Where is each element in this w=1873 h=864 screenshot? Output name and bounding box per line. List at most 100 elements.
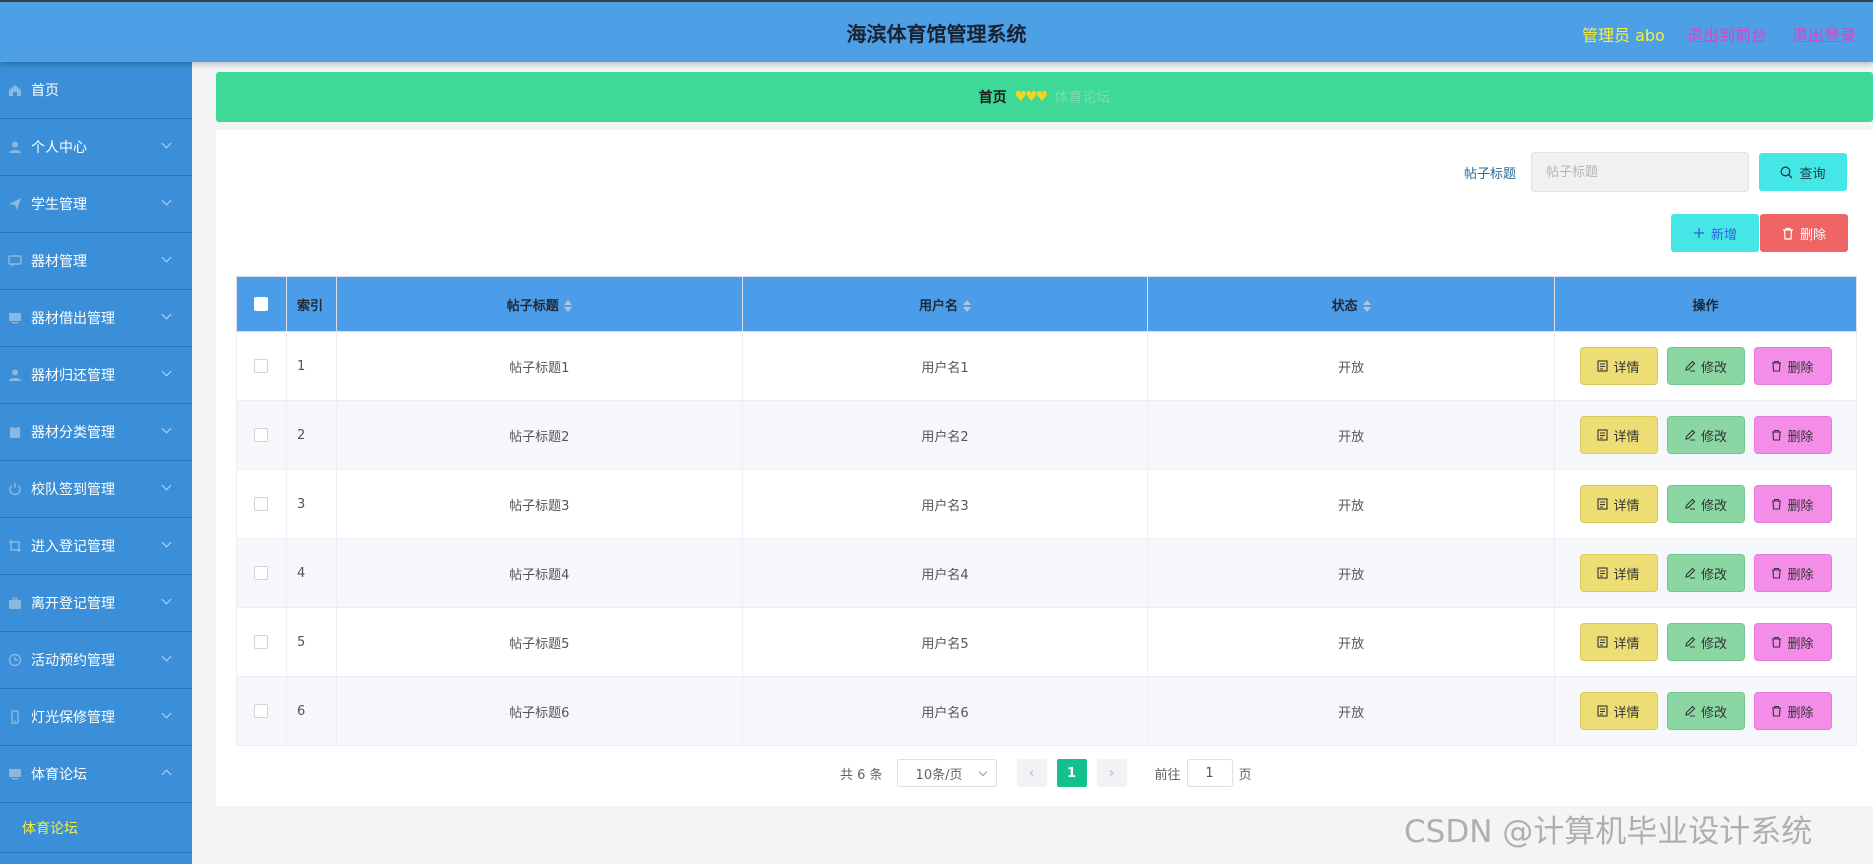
delete-button[interactable]: 删除 [1753,485,1832,523]
delete-button[interactable]: 删除 [1753,692,1832,730]
row-select-cell[interactable] [236,469,287,539]
breadcrumb-home[interactable]: 首页 [979,87,1007,107]
sidebar-subitem-forum[interactable]: 体育论坛 [0,803,192,853]
goto-suffix: 页 [1238,767,1252,783]
row-select-cell[interactable] [236,331,287,401]
row-username: 用户名6 [741,676,1149,746]
watermark: CSDN @计算机毕业设计系统 [1404,814,1813,850]
sidebar: 首页 个人中心 学生管理 器材管理 器材借出管理 器材归还管理 器材分类管理 校… [0,62,192,864]
detail-button[interactable]: 详情 [1579,485,1658,523]
sidebar-item-label: 器材分类管理 [31,425,115,441]
sidebar-item-profile[interactable]: 个人中心 [0,119,192,176]
edit-button[interactable]: 修改 [1666,692,1745,730]
document-icon [1597,360,1609,372]
phone-icon [8,710,22,724]
select-all-checkbox[interactable] [254,297,269,311]
back-to-front-link[interactable]: 退出到前台 [1687,22,1767,46]
row-checkbox[interactable] [254,566,269,580]
sidebar-item-returns[interactable]: 器材归还管理 [0,347,192,404]
row-checkbox[interactable] [254,497,269,511]
bulk-delete-button[interactable]: 删除 [1760,214,1848,252]
page-size-select[interactable]: 10条/页 [896,759,997,787]
sidebar-item-categories[interactable]: 器材分类管理 [0,404,192,461]
chevron-down-icon [978,767,987,777]
edit-button[interactable]: 修改 [1666,416,1745,454]
trash-icon [1772,429,1782,441]
row-title: 帖子标题3 [335,469,743,539]
edit-button[interactable]: 修改 [1666,485,1745,523]
sort-icon[interactable] [1362,300,1371,312]
page-number-active[interactable]: 1 [1056,759,1087,787]
sidebar-item-reservations[interactable]: 活动预约管理 [0,632,192,689]
edit-button[interactable]: 修改 [1666,347,1745,385]
trash-icon [1782,227,1793,240]
column-header-username[interactable]: 用户名 [741,276,1149,332]
document-icon [1597,705,1609,717]
row-select-cell[interactable] [236,538,287,608]
sidebar-item-lighting[interactable]: 灯光保修管理 [0,689,192,746]
sidebar-item-label: 器材借出管理 [31,311,115,327]
row-username: 用户名1 [741,331,1149,401]
delete-button[interactable]: 删除 [1753,347,1832,385]
logout-link[interactable]: 退出登录 [1792,22,1856,46]
column-header-title-label: 帖子标题 [506,298,559,314]
sort-icon[interactable] [962,300,971,312]
query-button[interactable]: 查询 [1759,153,1847,191]
sidebar-item-label: 灯光保修管理 [31,710,115,726]
edit-button[interactable]: 修改 [1666,554,1745,592]
sidebar-item-entry[interactable]: 进入登记管理 [0,518,192,575]
delete-button[interactable]: 删除 [1753,554,1832,592]
select-all-cell[interactable] [236,276,287,332]
row-select-cell[interactable] [236,400,287,470]
delete-button[interactable]: 删除 [1753,623,1832,661]
row-checkbox[interactable] [254,635,269,649]
edit-button-label: 修改 [1700,567,1727,583]
sidebar-item-home[interactable]: 首页 [0,62,192,119]
edit-button-label: 修改 [1700,705,1727,721]
chevron-down-icon [161,195,172,206]
row-checkbox[interactable] [254,359,269,373]
delete-button[interactable]: 删除 [1753,416,1832,454]
sidebar-item-forum[interactable]: 体育论坛 [0,746,192,803]
search-input[interactable] [1531,152,1749,192]
chevron-down-icon [161,537,172,548]
send-icon [8,197,22,211]
sidebar-item-label: 学生管理 [31,197,87,213]
sidebar-item-label: 校队签到管理 [31,482,115,498]
next-page-button[interactable]: › [1096,759,1127,787]
row-actions: 详情 修改 删除 [1554,607,1857,677]
detail-button[interactable]: 详情 [1579,347,1658,385]
row-title: 帖子标题2 [335,400,743,470]
detail-button[interactable]: 详情 [1579,623,1658,661]
row-checkbox[interactable] [254,704,269,718]
table-row: 4 帖子标题4 用户名4 开放 详情 修改 删除 [236,538,1857,608]
table-row: 2 帖子标题2 用户名2 开放 详情 修改 删除 [236,400,1857,470]
user-icon [8,368,22,382]
sidebar-item-checkin[interactable]: 校队签到管理 [0,461,192,518]
row-actions: 详情 修改 删除 [1554,676,1857,746]
detail-button[interactable]: 详情 [1579,554,1658,592]
row-select-cell[interactable] [236,676,287,746]
detail-button[interactable]: 详情 [1579,692,1658,730]
bulk-delete-label: 删除 [1799,227,1826,243]
detail-button[interactable]: 详情 [1579,416,1658,454]
sidebar-item-exit[interactable]: 离开登记管理 [0,575,192,632]
add-button-label: 新增 [1710,227,1737,243]
query-button-label: 查询 [1799,166,1826,182]
sidebar-item-students[interactable]: 学生管理 [0,176,192,233]
sidebar-item-equipment[interactable]: 器材管理 [0,233,192,290]
clipboard-icon [8,425,22,439]
pencil-icon [1685,498,1696,510]
column-header-title[interactable]: 帖子标题 [335,276,743,332]
prev-page-button[interactable]: ‹ [1016,759,1047,787]
row-checkbox[interactable] [254,428,269,442]
row-select-cell[interactable] [236,607,287,677]
add-button[interactable]: 新增 [1671,214,1759,252]
edit-button[interactable]: 修改 [1666,623,1745,661]
goto-page-input[interactable] [1186,759,1233,787]
sidebar-item-label: 体育论坛 [31,767,87,783]
column-header-status[interactable]: 状态 [1147,276,1555,332]
sort-icon[interactable] [563,300,572,312]
sidebar-item-lending[interactable]: 器材借出管理 [0,290,192,347]
row-title: 帖子标题6 [335,676,743,746]
